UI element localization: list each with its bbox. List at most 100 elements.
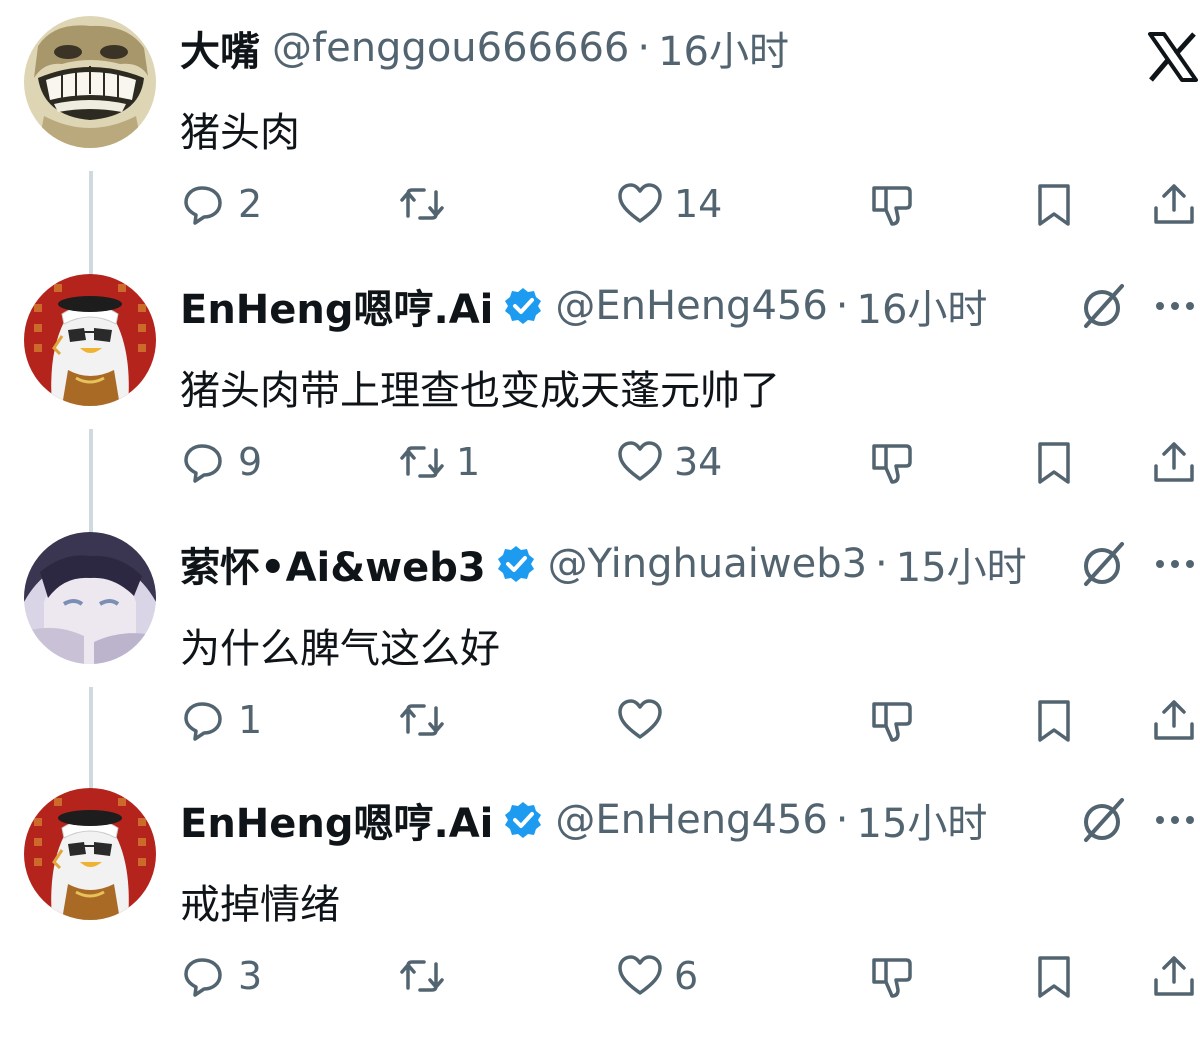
display-name[interactable]: 大嘴 xyxy=(180,19,260,77)
tweet-header: EnHeng嗯哼.Ai @EnHeng456 · 16小时 xyxy=(180,274,987,338)
like-count: 6 xyxy=(674,954,699,998)
share-upload-icon xyxy=(1154,700,1194,740)
retweet-arrows-icon xyxy=(400,446,444,478)
more-dots-icon[interactable] xyxy=(1150,794,1200,846)
retweet-arrows-icon xyxy=(400,188,444,220)
reply-count: 9 xyxy=(238,440,263,484)
avatar[interactable] xyxy=(24,788,156,920)
heart-icon xyxy=(618,183,662,223)
bookmark-icon xyxy=(1038,956,1070,998)
tweet-text: 为什么脾气这么好 xyxy=(180,626,500,672)
dislike-button[interactable] xyxy=(868,176,916,232)
speech-bubble-icon xyxy=(184,702,222,741)
handle[interactable]: @Yinghuaiweb3 xyxy=(548,541,867,587)
tweet-1[interactable]: 大嘴 @fenggou666666 · 16小时 猪头肉 2 14 xyxy=(0,16,1200,289)
bookmark-icon xyxy=(1038,700,1070,742)
retweet-arrows-icon xyxy=(400,960,444,992)
bookmark-icon xyxy=(1038,442,1070,484)
timestamp[interactable]: 15小时 xyxy=(857,791,988,849)
handle[interactable]: @EnHeng456 xyxy=(555,797,827,843)
tweet-header: EnHeng嗯哼.Ai @EnHeng456 · 15小时 xyxy=(180,788,987,852)
share-button[interactable] xyxy=(1150,434,1198,490)
timestamp[interactable]: 15小时 xyxy=(896,535,1027,593)
thumb-down-icon xyxy=(872,186,912,226)
bookmark-button[interactable] xyxy=(1030,948,1078,1004)
action-bar: 2 14 xyxy=(0,176,1200,232)
thumb-down-icon xyxy=(872,702,912,742)
tweet-text: 戒掉情绪 xyxy=(180,882,340,928)
share-button[interactable] xyxy=(1150,176,1198,232)
share-upload-icon xyxy=(1154,956,1194,996)
bookmark-icon xyxy=(1038,184,1070,226)
speech-bubble-icon xyxy=(184,958,222,997)
more-dots-icon[interactable] xyxy=(1150,538,1200,590)
like-button[interactable]: 14 xyxy=(616,176,722,232)
grok-slash-icon[interactable] xyxy=(1078,538,1130,590)
separator-dot: · xyxy=(835,283,849,329)
handle[interactable]: @EnHeng456 xyxy=(555,283,827,329)
reply-count: 2 xyxy=(238,182,263,226)
display-name[interactable]: 萦怀•Ai&web3 xyxy=(180,535,486,593)
display-name[interactable]: EnHeng嗯哼.Ai xyxy=(180,791,493,849)
bookmark-button[interactable] xyxy=(1030,692,1078,748)
tweet-2[interactable]: EnHeng嗯哼.Ai @EnHeng456 · 16小时 猪头肉带上理查也变成… xyxy=(0,274,1200,547)
tweet-3[interactable]: 萦怀•Ai&web3 @Yinghuaiweb3 · 15小时 为什么脾气这么好… xyxy=(0,532,1200,805)
action-bar: 1 xyxy=(0,692,1200,748)
share-button[interactable] xyxy=(1150,692,1198,748)
dislike-button[interactable] xyxy=(868,692,916,748)
reply-button[interactable]: 1 xyxy=(180,692,262,748)
anime-girl-avatar xyxy=(24,532,156,664)
x-logo-icon xyxy=(1148,32,1198,82)
tweet-4[interactable]: EnHeng嗯哼.Ai @EnHeng456 · 15小时 戒掉情绪 3 6 xyxy=(0,788,1200,1046)
reply-button[interactable]: 3 xyxy=(180,948,262,1004)
separator-dot: · xyxy=(637,25,651,71)
bookmark-button[interactable] xyxy=(1030,176,1078,232)
retweet-button[interactable] xyxy=(398,176,456,232)
bookmark-button[interactable] xyxy=(1030,434,1078,490)
tweet-text: 猪头肉带上理查也变成天蓬元帅了 xyxy=(180,368,780,414)
retweet-count: 1 xyxy=(456,440,481,484)
action-bar: 3 6 xyxy=(0,948,1200,1004)
avatar[interactable] xyxy=(24,274,156,406)
penguin-keffiyeh-avatar xyxy=(24,274,156,406)
more-dots-icon[interactable] xyxy=(1150,280,1200,332)
timestamp[interactable]: 16小时 xyxy=(857,277,988,335)
avatar[interactable] xyxy=(24,16,156,148)
verified-badge-icon xyxy=(503,800,543,840)
grok-slash-icon[interactable] xyxy=(1078,794,1130,846)
thumb-down-icon xyxy=(872,958,912,998)
speech-bubble-icon xyxy=(184,444,222,483)
tweet-text: 猪头肉 xyxy=(180,110,300,156)
handle[interactable]: @fenggou666666 xyxy=(272,25,629,71)
grok-slash-icon[interactable] xyxy=(1078,280,1130,332)
timestamp[interactable]: 16小时 xyxy=(658,19,789,77)
like-button[interactable]: 6 xyxy=(616,948,698,1004)
retweet-button[interactable]: 1 xyxy=(398,434,480,490)
share-button[interactable] xyxy=(1150,948,1198,1004)
speech-bubble-icon xyxy=(184,186,222,225)
retweet-arrows-icon xyxy=(400,704,444,736)
avatar[interactable] xyxy=(24,532,156,664)
retweet-button[interactable] xyxy=(398,948,456,1004)
reply-button[interactable]: 2 xyxy=(180,176,262,232)
retweet-button[interactable] xyxy=(398,692,456,748)
meme-face-avatar xyxy=(24,16,156,148)
separator-dot: · xyxy=(835,797,849,843)
separator-dot: · xyxy=(875,541,888,587)
reply-button[interactable]: 9 xyxy=(180,434,262,490)
like-count: 34 xyxy=(674,440,723,484)
heart-icon xyxy=(618,955,662,995)
share-upload-icon xyxy=(1154,184,1194,224)
display-name[interactable]: EnHeng嗯哼.Ai xyxy=(180,277,493,335)
like-button[interactable]: 34 xyxy=(616,434,722,490)
like-count: 14 xyxy=(674,182,723,226)
dislike-button[interactable] xyxy=(868,434,916,490)
dislike-button[interactable] xyxy=(868,948,916,1004)
thumb-down-icon xyxy=(872,444,912,484)
reply-count: 1 xyxy=(238,698,263,742)
verified-badge-icon xyxy=(503,286,543,326)
heart-icon xyxy=(618,441,662,481)
tweet-header: 大嘴 @fenggou666666 · 16小时 xyxy=(180,16,789,80)
tweet-header: 萦怀•Ai&web3 @Yinghuaiweb3 · 15小时 xyxy=(180,532,1027,596)
like-button[interactable] xyxy=(616,692,674,748)
